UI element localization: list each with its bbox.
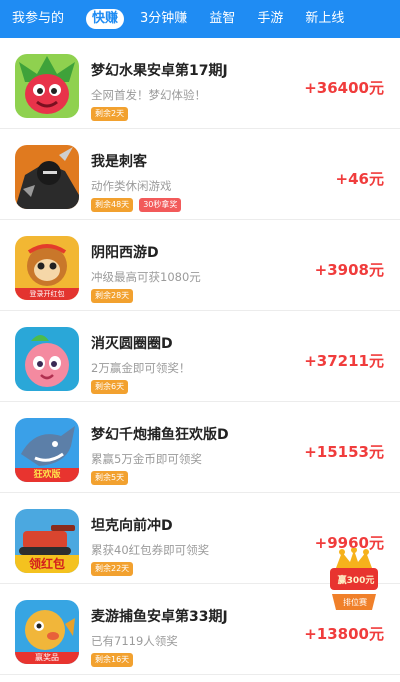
- list-item[interactable]: 狂欢版 梦幻千炮捕鱼狂欢版D 累赢5万金币即可领奖 剩余5天 +15153元: [0, 402, 400, 493]
- peach-icon: [15, 327, 79, 391]
- pufferfish-icon: 赢奖品: [15, 600, 79, 664]
- dragon-fruit-icon: [15, 54, 79, 118]
- ranking-contest-badge[interactable]: 赢300元 排位赛: [326, 547, 382, 614]
- tab-quick-earn[interactable]: 快赚: [86, 9, 125, 29]
- game-title: 我是刺客: [91, 154, 147, 170]
- days-remaining-tag: 剩余16天: [91, 653, 134, 667]
- days-remaining-tag: 剩余48天: [91, 198, 134, 212]
- icon-caption: 狂欢版: [33, 470, 61, 480]
- game-title: 阴阳西游D: [91, 245, 159, 261]
- game-title: 坦克向前冲D: [91, 518, 173, 534]
- reward-amount: +3908元: [314, 261, 384, 279]
- tab-new-releases[interactable]: 新上线: [305, 9, 344, 29]
- monkey-king-icon: 登录开红包: [15, 236, 79, 300]
- reward-amount: +15153元: [304, 443, 384, 461]
- reward-amount: +36400元: [304, 79, 384, 97]
- game-title: 梦幻千炮捕鱼狂欢版D: [91, 427, 229, 443]
- days-remaining-tag: 剩余22天: [91, 562, 134, 576]
- days-remaining-tag: 剩余28天: [91, 289, 134, 303]
- game-description: 冲级最高可获1080元: [91, 270, 201, 284]
- game-description: 动作类休闲游戏: [91, 179, 172, 193]
- list-item[interactable]: 梦幻水果安卓第17期J 全网首发！梦幻体验！ 剩余2天 +36400元: [0, 38, 400, 129]
- badge-label: 排位赛: [343, 598, 367, 607]
- tab-mobile-games[interactable]: 手游: [257, 9, 283, 29]
- days-remaining-tag: 剩余2天: [91, 107, 129, 121]
- shark-icon: 狂欢版: [15, 418, 79, 482]
- game-description: 2万赢金即可领奖！: [91, 361, 191, 375]
- list-item[interactable]: 登录开红包 阴阳西游D 冲级最高可获1080元 剩余28天 +3908元: [0, 220, 400, 311]
- game-description: 已有7119人领奖: [91, 634, 178, 648]
- game-title: 梦幻水果安卓第17期J: [91, 63, 228, 79]
- assassin-icon: [15, 145, 79, 209]
- icon-caption: 登录开红包: [29, 290, 65, 298]
- days-remaining-tag: 剩余5天: [91, 471, 129, 485]
- tank-icon: 领红包: [15, 509, 79, 573]
- icon-caption: 领红包: [28, 557, 65, 571]
- reward-amount: +13800元: [304, 625, 384, 643]
- top-tab-bar: 我参与的 快赚 3分钟赚 益智 手游 新上线: [0, 0, 400, 38]
- badge-amount: 赢300元: [337, 576, 375, 586]
- icon-caption: 赢奖品: [35, 653, 59, 662]
- game-title: 消灭圆圈圈D: [91, 336, 173, 352]
- reward-amount: +37211元: [304, 352, 384, 370]
- game-description: 全网首发！梦幻体验！: [91, 88, 206, 102]
- tab-participated[interactable]: 我参与的: [12, 9, 64, 29]
- game-description: 累获40红包券即可领奖: [91, 543, 210, 557]
- list-item[interactable]: 消灭圆圈圈D 2万赢金即可领奖！ 剩余6天 +37211元: [0, 311, 400, 402]
- tab-3-minute-earn[interactable]: 3分钟赚: [140, 9, 187, 29]
- quick-reward-tag: 30秒拿奖: [139, 198, 182, 212]
- list-item[interactable]: 我是刺客 动作类休闲游戏 剩余48天 30秒拿奖 +46元: [0, 129, 400, 220]
- reward-amount: +46元: [335, 170, 384, 188]
- days-remaining-tag: 剩余6天: [91, 380, 129, 394]
- game-description: 累赢5万金币即可领奖: [91, 452, 202, 466]
- tab-puzzle[interactable]: 益智: [209, 9, 235, 29]
- game-title: 麦游捕鱼安卓第33期J: [91, 609, 228, 625]
